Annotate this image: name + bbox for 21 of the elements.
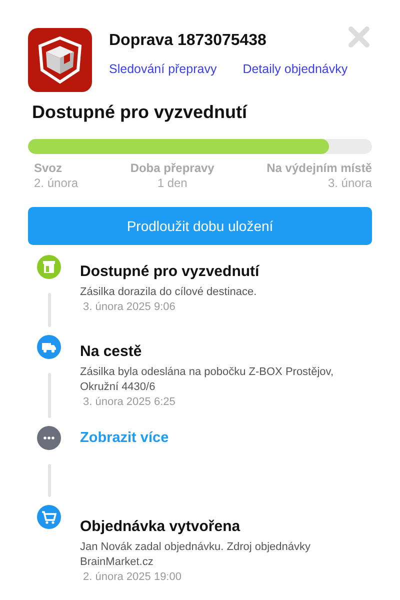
milestone-value: 1 den — [157, 176, 188, 190]
event-description: Zásilka byla odeslána na pobočku Z-BOX Prostějov, Okružní 4430/6 — [80, 365, 335, 395]
event-date: 3. února 2025 9:06 — [82, 301, 176, 313]
milestone-value: 3. února — [328, 176, 372, 190]
event-title: Dostupné pro vyzvednutí — [80, 263, 260, 280]
status-heading: Dostupné pro vyzvednutí — [32, 102, 248, 123]
event-title: Na cestě — [80, 343, 142, 360]
milestone-value: 2. února — [34, 176, 78, 190]
event-description: Jan Novák zadal objednávku. Zdroj objednávky BrainMarket.cz — [80, 540, 312, 570]
event-date: 3. února 2025 6:25 — [82, 396, 176, 408]
milestone-label: Na výdejním místě — [266, 161, 372, 175]
nav-link[interactable]: Sledování přepravy — [109, 62, 217, 76]
shipment-title: Doprava 1873075438 — [109, 32, 268, 50]
event-date: 2. února 2025 19:00 — [82, 571, 182, 583]
event-description: Zásilka dorazila do cílové destinace. — [80, 285, 257, 300]
milestone-label: Svoz — [34, 161, 64, 175]
nav-link[interactable]: Detaily objednávky — [242, 62, 348, 76]
milestone-label: Doba přepravy — [130, 161, 214, 175]
package-logo-icon — [28, 28, 92, 92]
event-title: Objednávka vytvořena — [80, 518, 240, 535]
more-icon[interactable] — [37, 426, 61, 450]
